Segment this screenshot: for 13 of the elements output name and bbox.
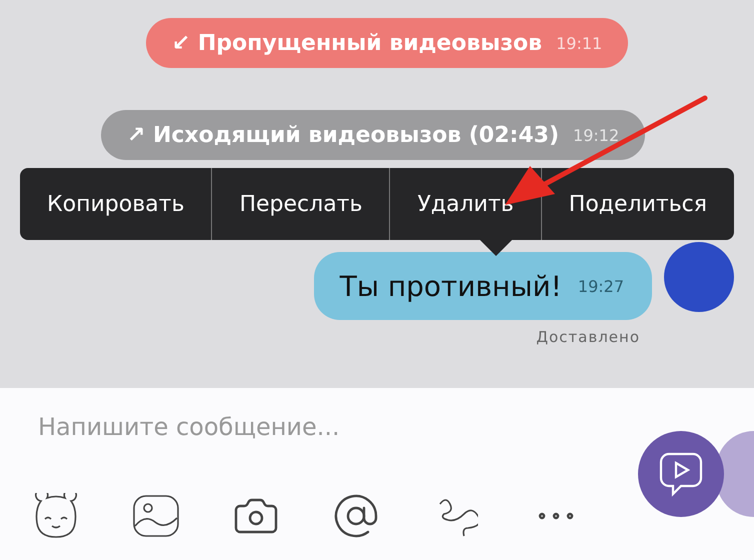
menu-item[interactable]: Удалить xyxy=(418,192,514,216)
call-time: 19:12 xyxy=(573,126,620,144)
chat-play-icon xyxy=(659,450,703,498)
message-text: Ты противный! xyxy=(340,270,562,302)
menu-item[interactable]: Копировать xyxy=(47,192,184,216)
menu-item[interactable]: Поделиться xyxy=(568,192,708,216)
message-time: 19:27 xyxy=(578,276,624,296)
message-input[interactable]: Напишите сообщение... xyxy=(36,412,600,442)
call-label: ↗ Исходящий видеовызов (02:43) xyxy=(126,122,560,148)
call-label: ↙ Пропущенный видеовызов xyxy=(172,30,542,56)
delivery-status: Доставлено xyxy=(536,328,640,346)
menu-item[interactable]: Переслать xyxy=(239,192,362,216)
call-time: 19:11 xyxy=(556,34,602,52)
